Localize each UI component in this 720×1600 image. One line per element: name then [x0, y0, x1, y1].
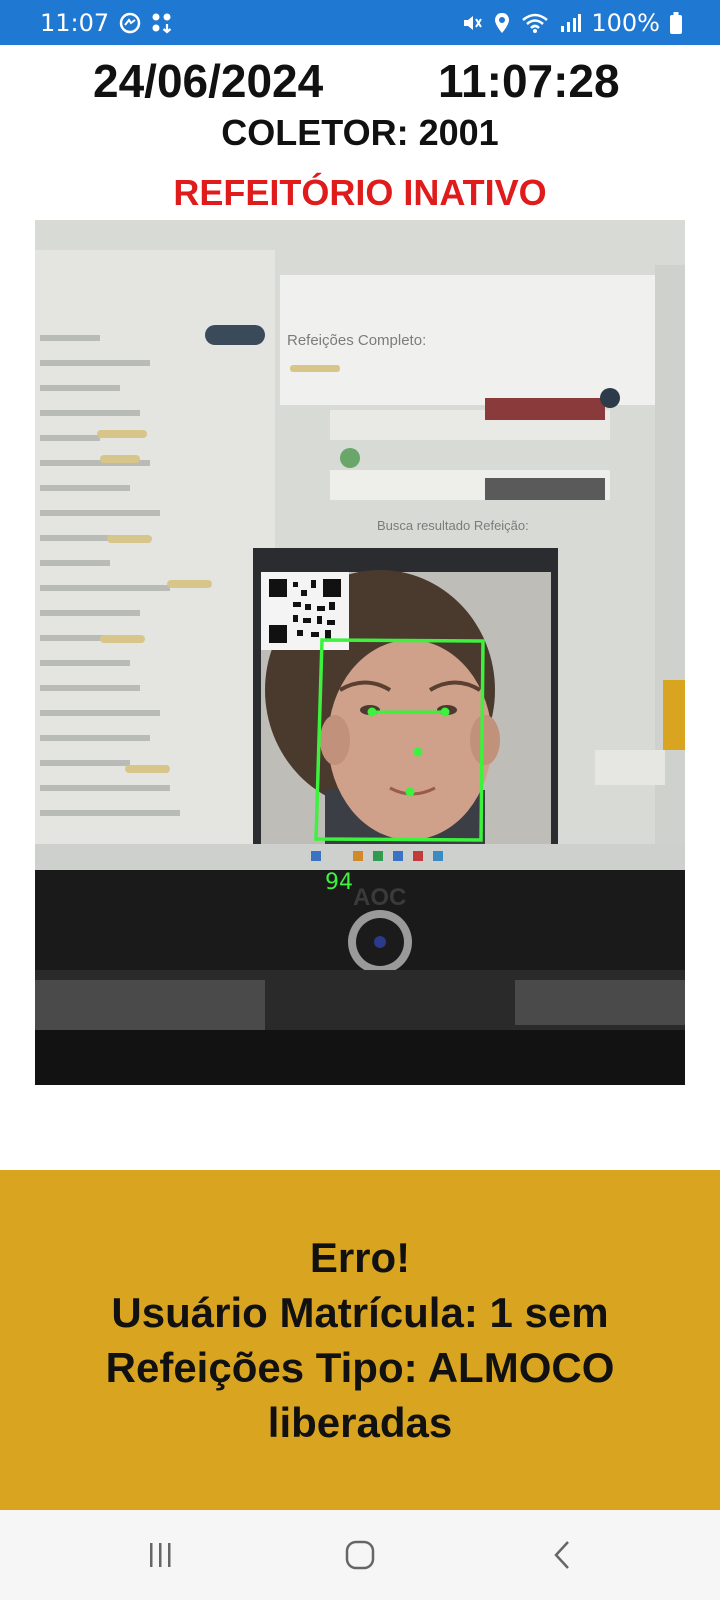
cafeteria-status: REFEITÓRIO INATIVO	[173, 172, 547, 213]
message-line-2: Usuário Matrícula: 1 sem	[111, 1289, 609, 1336]
location-icon	[493, 12, 511, 34]
status-bar: 11:07 100%	[0, 0, 720, 45]
message-line-4: liberadas	[267, 1399, 453, 1446]
screen-search: Busca resultado Refeição:	[377, 518, 529, 533]
landmark-mouth	[405, 787, 415, 797]
collector-label: COLETOR: 2001	[221, 112, 499, 153]
navigation-bar	[0, 1510, 720, 1600]
face-confidence: 94	[325, 870, 353, 895]
landmark-right-eye	[440, 707, 450, 717]
battery-percent: 100%	[591, 8, 660, 37]
wifi-icon	[521, 12, 549, 34]
status-left: 11:07	[40, 9, 173, 37]
message-line-1: Erro!	[309, 1234, 411, 1281]
apps-notification-icon	[151, 12, 173, 34]
recent-apps-icon[interactable]	[130, 1532, 190, 1578]
landmark-nose	[413, 747, 423, 757]
battery-icon	[670, 11, 682, 34]
screen-title: Refeições Completo:	[287, 332, 426, 349]
current-date: 24/06/2024	[93, 55, 324, 107]
header-row: 24/06/2024 11:07:28	[0, 50, 720, 110]
current-time: 11:07:28	[438, 55, 620, 107]
camera-preview: Refeições Completo: Busca resultado Refe…	[35, 220, 685, 1085]
mute-vibrate-icon	[461, 12, 483, 34]
back-icon[interactable]	[532, 1532, 592, 1578]
status-right: 100%	[461, 9, 682, 37]
status-time: 11:07	[40, 8, 110, 37]
landmark-left-eye	[367, 707, 377, 717]
message-line-3: Refeições Tipo: ALMOCO	[105, 1344, 615, 1391]
signal-icon	[559, 12, 582, 34]
messenger-icon	[119, 12, 141, 34]
home-icon[interactable]	[330, 1532, 390, 1578]
monitor-brand: AOC	[353, 884, 406, 911]
camera-scene: Refeições Completo: Busca resultado Refe…	[35, 220, 685, 1085]
error-message-panel: Erro! Usuário Matrícula: 1 sem Refeições…	[0, 1170, 720, 1510]
